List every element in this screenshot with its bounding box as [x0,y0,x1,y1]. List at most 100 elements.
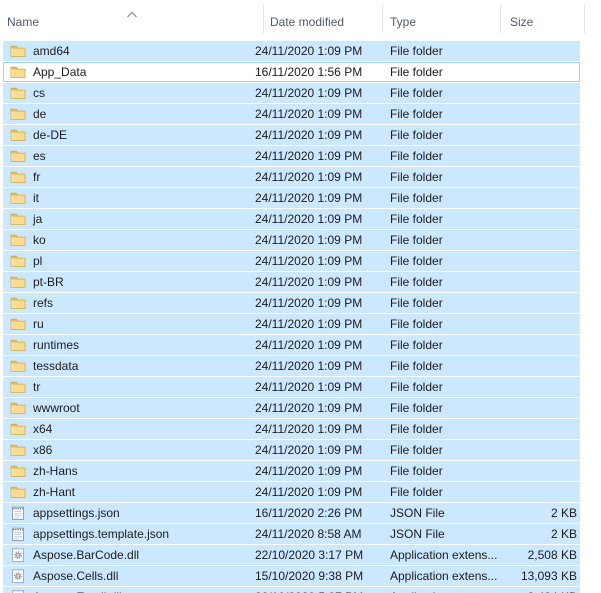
column-header-size[interactable]: Size [510,15,533,29]
name-cell: ru [10,314,250,334]
column-header-type[interactable]: Type [390,15,416,29]
date-modified: 24/11/2020 1:09 PM [255,482,383,502]
name-cell: de [10,104,250,124]
column-header-bar: Name Date modified Type Size [0,2,601,40]
column-divider[interactable] [263,5,264,33]
date-modified: 24/11/2020 1:09 PM [255,83,383,103]
file-name: amd64 [33,41,70,61]
file-size [443,335,577,355]
file-size [443,188,577,208]
column-divider[interactable] [584,5,585,33]
file-row[interactable]: tr 24/11/2020 1:09 PM File folder [3,377,580,397]
file-name: wwwroot [33,398,80,418]
file-size [443,419,577,439]
name-cell: it [10,188,250,208]
folder-icon [10,463,26,479]
name-cell: zh-Hant [10,482,250,502]
file-size [443,398,577,418]
file-row[interactable]: pl 24/11/2020 1:09 PM File folder [3,251,580,271]
file-row[interactable]: it 24/11/2020 1:09 PM File folder [3,188,580,208]
folder-icon [10,484,26,500]
dll-icon [10,547,26,563]
name-cell: fr [10,167,250,187]
file-row[interactable]: appsettings.json 16/11/2020 2:26 PM JSON… [3,503,580,523]
file-row[interactable]: Aspose.BarCode.dll 22/10/2020 3:17 PM Ap… [3,545,580,565]
file-row[interactable]: appsettings.template.json 24/11/2020 8:5… [3,524,580,544]
date-modified: 24/11/2020 1:09 PM [255,167,383,187]
column-header-name[interactable]: Name [7,15,39,29]
file-row[interactable]: de 24/11/2020 1:09 PM File folder [3,104,580,124]
file-name: Aspose.Cells.dll [33,566,118,586]
date-modified: 24/11/2020 1:09 PM [255,461,383,481]
file-size [443,440,577,460]
folder-icon [10,295,26,311]
file-size: 3,424 KB [443,587,577,593]
file-size [443,146,577,166]
file-row[interactable]: runtimes 24/11/2020 1:09 PM File folder [3,335,580,355]
file-size [443,209,577,229]
column-header-date-modified[interactable]: Date modified [270,15,344,29]
column-divider[interactable] [500,5,501,33]
file-row[interactable]: App_Data 16/11/2020 1:56 PM File folder [3,62,580,82]
date-modified: 22/10/2020 5:07 PM [255,587,383,593]
date-modified: 24/11/2020 1:09 PM [255,398,383,418]
file-row[interactable]: amd64 24/11/2020 1:09 PM File folder [3,41,580,61]
file-row[interactable]: refs 24/11/2020 1:09 PM File folder [3,293,580,313]
date-modified: 24/11/2020 1:09 PM [255,335,383,355]
file-row[interactable]: es 24/11/2020 1:09 PM File folder [3,146,580,166]
file-name: tessdata [33,356,78,376]
file-row[interactable]: ko 24/11/2020 1:09 PM File folder [3,230,580,250]
folder-icon [10,253,26,269]
file-row[interactable]: tessdata 24/11/2020 1:09 PM File folder [3,356,580,376]
file-explorer-details-view: Name Date modified Type Size amd64 24/11… [0,0,601,593]
file-name: x64 [33,419,52,439]
file-row[interactable]: cs 24/11/2020 1:09 PM File folder [3,83,580,103]
file-name: Aspose.Email.dll [33,587,122,593]
notepad-icon [10,526,26,542]
name-cell: App_Data [10,62,250,82]
file-name: pl [33,251,42,271]
file-name: ko [33,230,46,250]
chevron-up-icon[interactable] [126,8,138,16]
file-name: ja [33,209,42,229]
file-size [443,167,577,187]
file-name: appsettings.template.json [33,524,169,544]
file-size: 2,508 KB [443,545,577,565]
file-name: fr [33,167,40,187]
column-divider[interactable] [382,5,383,33]
file-name: zh-Hant [33,482,75,502]
folder-icon [10,64,26,80]
name-cell: x86 [10,440,250,460]
name-cell: appsettings.json [10,503,250,523]
file-row[interactable]: x86 24/11/2020 1:09 PM File folder [3,440,580,460]
file-size [443,41,577,61]
name-cell: wwwroot [10,398,250,418]
date-modified: 24/11/2020 1:09 PM [255,41,383,61]
name-cell: tessdata [10,356,250,376]
file-name: runtimes [33,335,79,355]
file-list: amd64 24/11/2020 1:09 PM File folder App… [3,41,580,593]
file-row[interactable]: fr 24/11/2020 1:09 PM File folder [3,167,580,187]
file-row[interactable]: pt-BR 24/11/2020 1:09 PM File folder [3,272,580,292]
file-row[interactable]: ja 24/11/2020 1:09 PM File folder [3,209,580,229]
file-row[interactable]: Aspose.Cells.dll 15/10/2020 9:38 PM Appl… [3,566,580,586]
notepad-icon [10,505,26,521]
file-row[interactable]: ru 24/11/2020 1:09 PM File folder [3,314,580,334]
file-name: es [33,146,46,166]
file-row[interactable]: Aspose.Email.dll 22/10/2020 5:07 PM Appl… [3,587,580,593]
file-row[interactable]: wwwroot 24/11/2020 1:09 PM File folder [3,398,580,418]
dll-icon [10,568,26,584]
file-row[interactable]: de-DE 24/11/2020 1:09 PM File folder [3,125,580,145]
file-row[interactable]: x64 24/11/2020 1:09 PM File folder [3,419,580,439]
name-cell: pl [10,251,250,271]
file-size [443,104,577,124]
date-modified: 24/11/2020 1:09 PM [255,125,383,145]
file-row[interactable]: zh-Hans 24/11/2020 1:09 PM File folder [3,461,580,481]
file-name: zh-Hans [33,461,78,481]
folder-icon [10,211,26,227]
date-modified: 24/11/2020 8:58 AM [255,524,383,544]
file-row[interactable]: zh-Hant 24/11/2020 1:09 PM File folder [3,482,580,502]
file-name: appsettings.json [33,503,120,523]
folder-icon [10,148,26,164]
file-size [443,272,577,292]
